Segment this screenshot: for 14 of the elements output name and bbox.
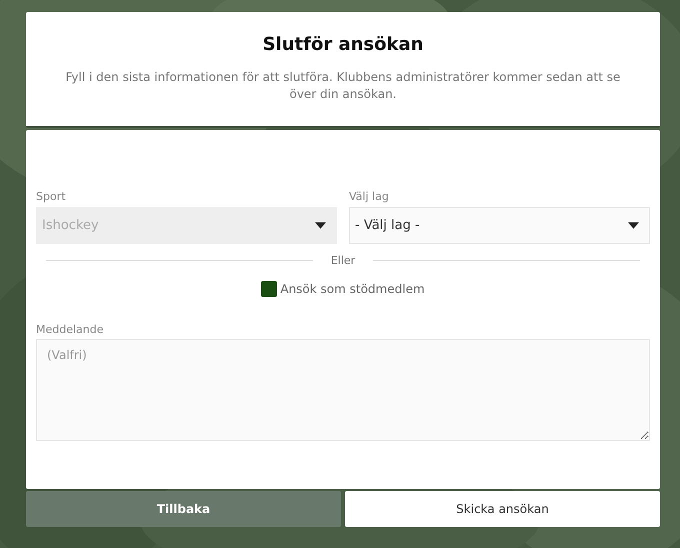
field-label: Välj lag <box>349 190 389 203</box>
dialog-button[interactable]: Skicka ansökan <box>345 491 660 527</box>
dialog-description: Fyll i den sista informationen för att slutföra. Klubbens administratörer kommer sedan att se över din ansökan. <box>64 69 622 103</box>
field-label: Sport <box>36 190 66 203</box>
select-field[interactable]: - Välj lag - <box>349 207 650 244</box>
field-label: Meddelande <box>36 323 104 336</box>
dialog-button[interactable]: Tillbaka <box>26 491 341 527</box>
caret-icon <box>315 222 326 229</box>
checkbox[interactable] <box>261 281 278 297</box>
caret-icon <box>628 222 639 229</box>
dialog-title: Slutför ansökan <box>262 34 424 55</box>
divider-text: Eller <box>330 254 356 267</box>
message-field[interactable]: (Valfri) <box>36 339 650 441</box>
checkbox-label[interactable]: Ansök som stödmedlem <box>280 282 425 296</box>
